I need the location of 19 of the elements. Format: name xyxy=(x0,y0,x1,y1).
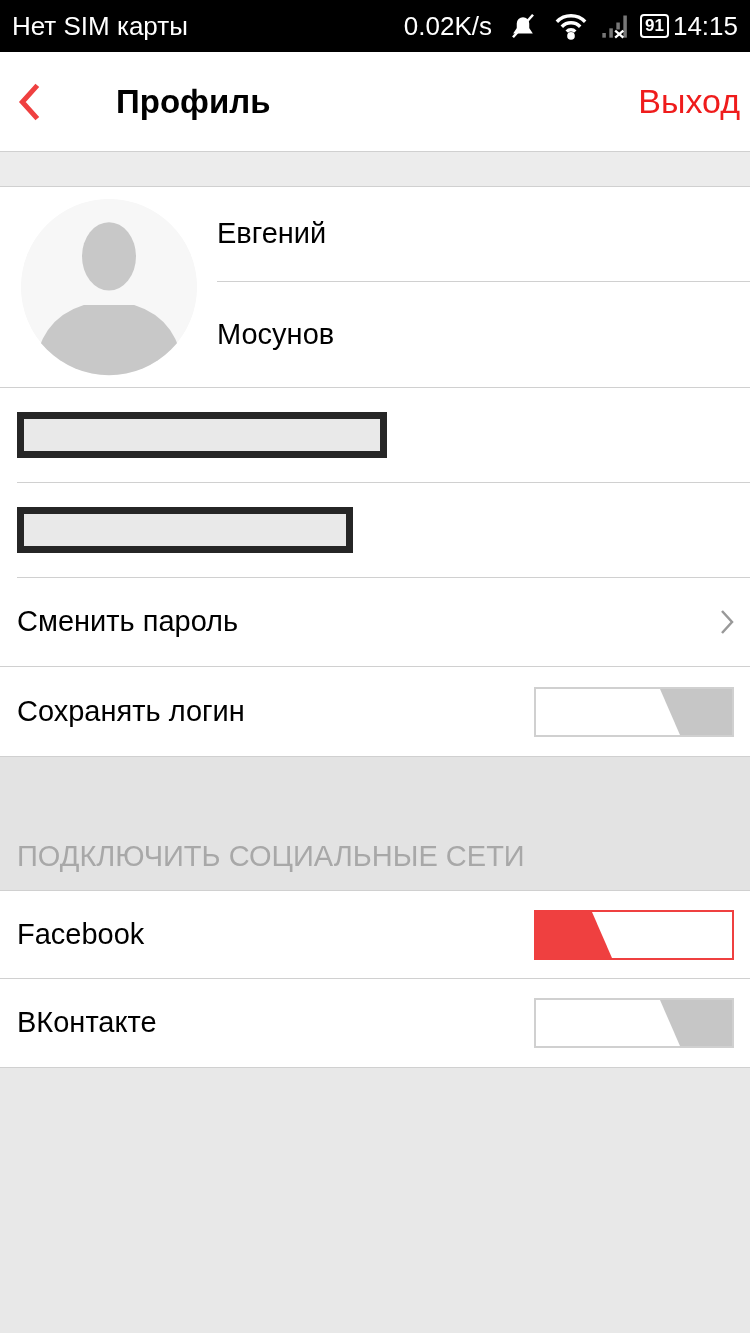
clock: 14:15 xyxy=(672,9,738,43)
toggle-thumb xyxy=(660,1000,732,1046)
page-title: Профиль xyxy=(116,81,271,122)
chevron-icon xyxy=(720,609,734,635)
setting-label[interactable]: Сменить пароль xyxy=(17,600,720,644)
logout-button[interactable]: Выход xyxy=(638,76,740,127)
section-heading: ПОДКЛЮЧИТЬ СОЦИАЛЬНЫЕ СЕТИ xyxy=(17,838,525,874)
toggle-thumb xyxy=(660,688,732,735)
network-speed: 0.02K/s xyxy=(403,9,492,43)
social-network-label: Facebook xyxy=(17,916,146,952)
back-icon xyxy=(16,81,42,122)
carrier-text: Нет SIM карты xyxy=(12,9,188,43)
social-network-label: ВКонтакте xyxy=(17,1005,158,1041)
first-name[interactable]: Евгений xyxy=(217,212,327,256)
wifi-icon xyxy=(554,11,588,41)
battery-icon: 91 xyxy=(640,14,669,38)
setting-label[interactable]: Сохранять логин xyxy=(17,689,534,734)
last-name[interactable]: Мосунов xyxy=(217,312,335,357)
toggle-switch[interactable] xyxy=(534,909,734,960)
